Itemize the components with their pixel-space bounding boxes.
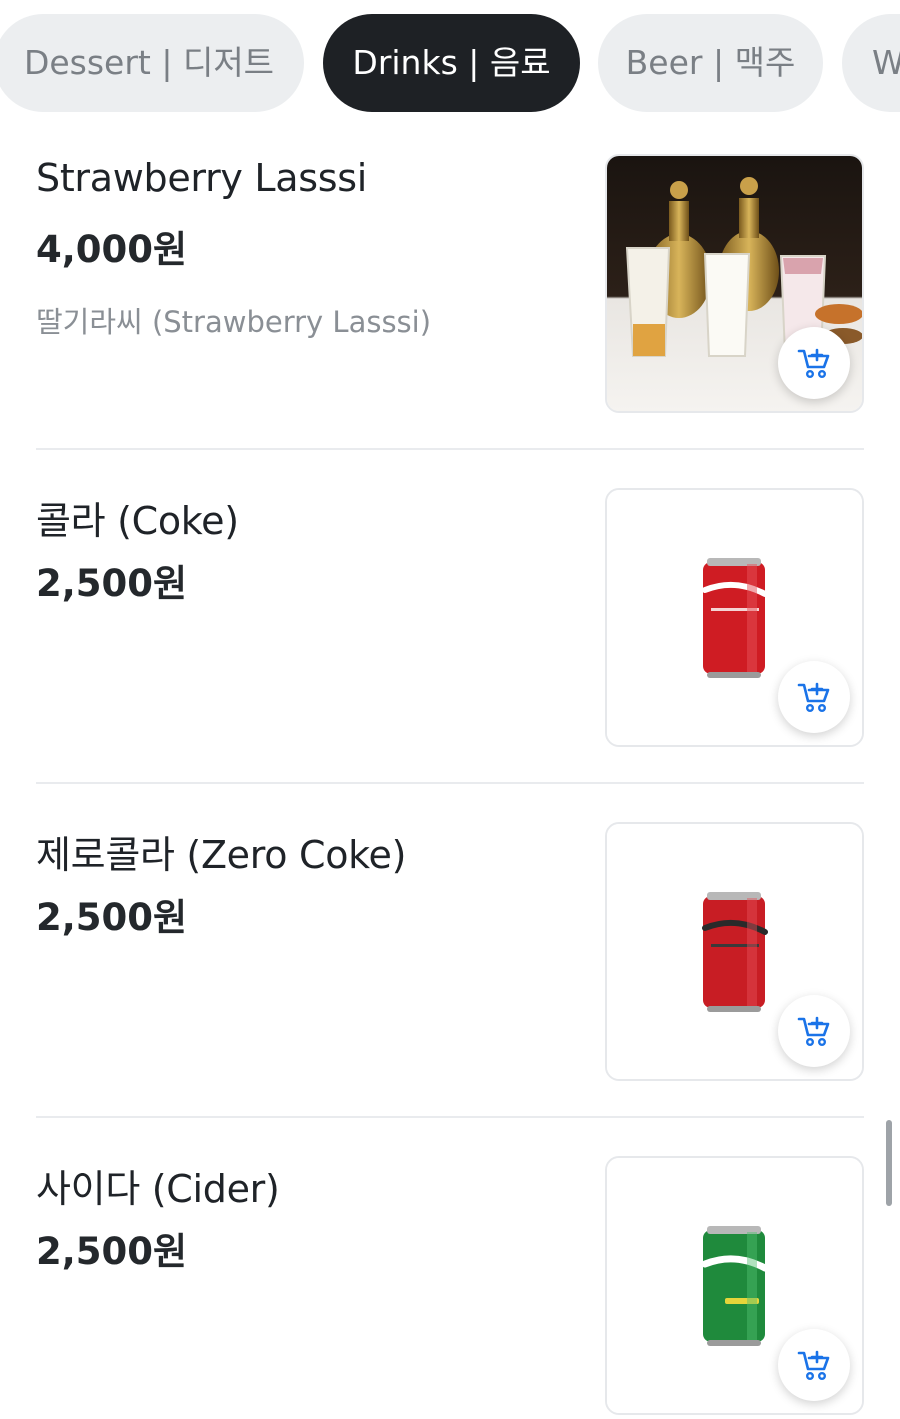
item-price: 4,000원 xyxy=(36,228,188,271)
menu-item-coke[interactable]: 콜라 (Coke) 2,500원 xyxy=(36,450,864,784)
add-to-cart-icon xyxy=(797,1016,830,1047)
scrollbar-thumb[interactable] xyxy=(886,1120,892,1206)
menu-item-strawberry-lassi[interactable]: Strawberry Lasssi 4,000원 딸기라씨 (Strawberr… xyxy=(36,116,864,450)
add-to-cart-button[interactable] xyxy=(778,1329,850,1401)
item-name: 사이다 (Cider) xyxy=(36,1167,280,1211)
item-image[interactable] xyxy=(605,822,864,1081)
item-name: 제로콜라 (Zero Coke) xyxy=(36,833,407,877)
item-name: 콜라 (Coke) xyxy=(36,499,239,543)
menu-item-cider[interactable]: 사이다 (Cider) 2,500원 xyxy=(36,1118,864,1419)
item-price: 2,500원 xyxy=(36,1230,188,1273)
tab-beer[interactable]: Beer | 맥주 xyxy=(598,14,823,112)
add-to-cart-icon xyxy=(797,348,830,379)
item-price: 2,500원 xyxy=(36,896,188,939)
tab-drinks[interactable]: Drinks | 음료 xyxy=(323,14,580,112)
tab-dessert[interactable]: Dessert | 디저트 xyxy=(0,14,304,112)
item-description: 딸기라씨 (Strawberry Lasssi) xyxy=(36,305,432,339)
add-to-cart-icon xyxy=(797,1350,830,1381)
add-to-cart-button[interactable] xyxy=(778,327,850,399)
item-image[interactable] xyxy=(605,1156,864,1415)
item-image[interactable] xyxy=(605,488,864,747)
item-image[interactable] xyxy=(605,154,864,413)
menu-page: Dessert | 디저트 Drinks | 음료 Beer | 맥주 W St… xyxy=(0,0,900,1419)
menu-item-zero-coke[interactable]: 제로콜라 (Zero Coke) 2,500원 xyxy=(36,784,864,1118)
add-to-cart-button[interactable] xyxy=(778,661,850,733)
add-to-cart-button[interactable] xyxy=(778,995,850,1067)
item-name: Strawberry Lasssi xyxy=(36,156,367,200)
add-to-cart-icon xyxy=(797,682,830,713)
tab-partial[interactable]: W xyxy=(842,14,900,112)
category-tabs: Dessert | 디저트 Drinks | 음료 Beer | 맥주 W xyxy=(0,14,900,112)
item-price: 2,500원 xyxy=(36,562,188,605)
